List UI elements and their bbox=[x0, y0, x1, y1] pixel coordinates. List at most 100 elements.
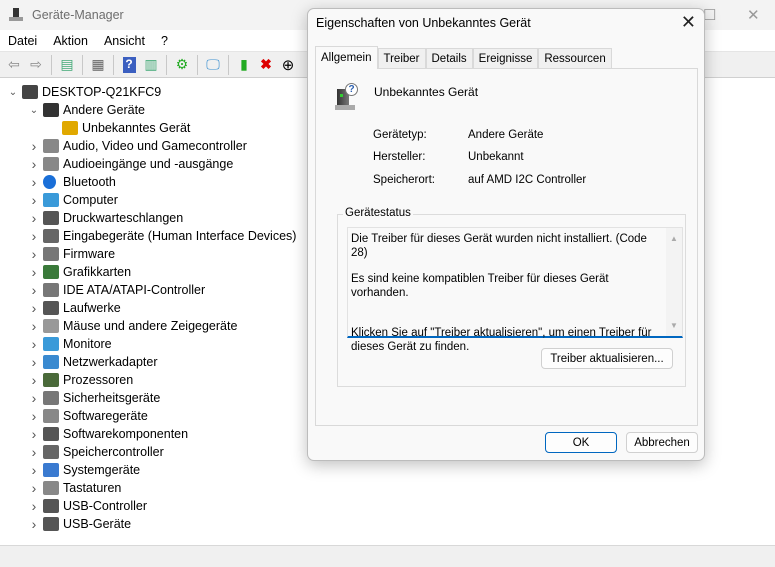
tree-item-label: Softwarekomponenten bbox=[63, 427, 189, 441]
chevron-right-icon[interactable]: › bbox=[29, 264, 39, 280]
ide-icon bbox=[43, 283, 59, 297]
system-icon bbox=[43, 463, 59, 477]
tab-treiber[interactable]: Treiber bbox=[377, 48, 426, 69]
tab-allgemein[interactable]: Allgemein bbox=[315, 46, 378, 69]
monitor-icon bbox=[43, 337, 59, 351]
location-value: auf AMD I2C Controller bbox=[468, 174, 587, 186]
tree-item[interactable]: › USB-Controller bbox=[0, 497, 775, 515]
tree-item-label: Audioeingänge und -ausgänge bbox=[63, 157, 234, 171]
chevron-right-icon[interactable]: › bbox=[29, 516, 39, 532]
chevron-right-icon[interactable]: › bbox=[29, 462, 39, 478]
chevron-down-icon[interactable]: ⌄ bbox=[8, 87, 18, 98]
back-icon[interactable]: ⇦ bbox=[4, 55, 24, 75]
chevron-right-icon[interactable]: › bbox=[29, 426, 39, 442]
chevron-right-icon[interactable]: › bbox=[29, 246, 39, 262]
tree-item-label: Bluetooth bbox=[63, 175, 116, 189]
software-device-icon bbox=[43, 409, 59, 423]
chevron-right-icon[interactable]: › bbox=[29, 390, 39, 406]
puzzle-icon bbox=[43, 427, 59, 441]
maximize-button[interactable]: ☐ bbox=[703, 6, 716, 24]
tree-item-label: Prozessoren bbox=[63, 373, 134, 387]
tree-item-label: Eingabegeräte (Human Interface Devices) bbox=[63, 229, 297, 243]
chevron-right-icon[interactable]: › bbox=[29, 174, 39, 190]
display-adapter-icon bbox=[43, 265, 59, 279]
tree-item-label: Tastaturen bbox=[63, 481, 122, 495]
device-type-value: Andere Geräte bbox=[468, 129, 544, 141]
tree-item-label: Sicherheitsgeräte bbox=[63, 391, 161, 405]
chevron-right-icon[interactable]: › bbox=[29, 156, 39, 172]
enable-device-icon[interactable]: ▮ bbox=[234, 55, 254, 75]
tree-item-label: Monitore bbox=[63, 337, 112, 351]
tab-ressourcen[interactable]: Ressourcen bbox=[538, 48, 612, 69]
cancel-button[interactable]: Abbrechen bbox=[626, 432, 698, 453]
speaker-icon bbox=[43, 139, 59, 153]
properties-icon[interactable]: ▦ bbox=[88, 55, 108, 75]
printer-icon bbox=[43, 211, 59, 225]
chevron-right-icon[interactable]: › bbox=[29, 336, 39, 352]
update-driver-button[interactable]: Treiber aktualisieren... bbox=[541, 348, 673, 369]
chevron-right-icon[interactable]: › bbox=[29, 480, 39, 496]
chevron-right-icon[interactable]: › bbox=[29, 210, 39, 226]
tree-item-label: Netzwerkadapter bbox=[63, 355, 158, 369]
tree-item-label: Softwaregeräte bbox=[63, 409, 148, 423]
chevron-right-icon[interactable]: › bbox=[29, 408, 39, 424]
tab-details[interactable]: Details bbox=[425, 48, 473, 69]
tab-bar: Allgemein Treiber Details Ereignisse Res… bbox=[315, 46, 612, 69]
tree-item-label: Audio, Video und Gamecontroller bbox=[63, 139, 247, 153]
chevron-right-icon[interactable]: › bbox=[29, 282, 39, 298]
chevron-down-icon[interactable]: ⌄ bbox=[29, 105, 39, 116]
menu-aktion[interactable]: Aktion bbox=[45, 34, 96, 48]
tree-item-label: Computer bbox=[63, 193, 118, 207]
action-pane-icon[interactable]: ▥ bbox=[141, 55, 161, 75]
tree-item[interactable]: › Tastaturen bbox=[0, 479, 775, 497]
menu-ansicht[interactable]: Ansicht bbox=[96, 34, 153, 48]
computer-icon bbox=[22, 85, 38, 99]
chevron-right-icon[interactable]: › bbox=[29, 372, 39, 388]
manufacturer-label: Hersteller: bbox=[373, 151, 426, 163]
disable-icon[interactable]: ⊕ bbox=[278, 55, 298, 75]
scrollbar[interactable]: ▲ ▼ bbox=[666, 228, 682, 336]
status-line: Die Treiber für dieses Gerät wurden nich… bbox=[351, 233, 647, 259]
chevron-right-icon[interactable]: › bbox=[29, 318, 39, 334]
close-window-button[interactable]: ✕ bbox=[747, 6, 760, 24]
show-hide-console-tree-icon[interactable]: ▤ bbox=[57, 55, 77, 75]
cpu-icon bbox=[43, 373, 59, 387]
bluetooth-icon bbox=[43, 175, 56, 189]
chevron-right-icon[interactable]: › bbox=[29, 228, 39, 244]
chevron-right-icon[interactable]: › bbox=[29, 498, 39, 514]
chevron-right-icon[interactable]: › bbox=[29, 354, 39, 370]
tab-ereignisse[interactable]: Ereignisse bbox=[472, 48, 539, 69]
device-status-text[interactable]: Die Treiber für dieses Gerät wurden nich… bbox=[347, 227, 683, 353]
tree-item[interactable]: › Systemgeräte bbox=[0, 461, 775, 479]
close-icon[interactable]: ✕ bbox=[681, 12, 696, 33]
device-status-group: Gerätestatus Die Treiber für dieses Gerä… bbox=[337, 207, 686, 387]
disk-icon bbox=[43, 301, 59, 315]
help-icon[interactable]: ? bbox=[119, 55, 139, 75]
manufacturer-value: Unbekannt bbox=[468, 151, 524, 163]
firmware-icon bbox=[43, 247, 59, 261]
uninstall-icon[interactable]: ✖ bbox=[256, 55, 276, 75]
tree-item-label: Systemgeräte bbox=[63, 463, 141, 477]
chevron-right-icon[interactable]: › bbox=[29, 444, 39, 460]
forward-icon[interactable]: ⇨ bbox=[26, 55, 46, 75]
chevron-right-icon[interactable]: › bbox=[29, 138, 39, 154]
tree-item-label: Speichercontroller bbox=[63, 445, 164, 459]
scan-hardware-icon[interactable]: 🖵 bbox=[203, 55, 223, 75]
warning-device-icon bbox=[62, 121, 78, 135]
tree-item-label: Laufwerke bbox=[63, 301, 121, 315]
speaker-icon bbox=[43, 157, 59, 171]
tree-item-label: USB-Controller bbox=[63, 499, 148, 513]
update-driver-icon[interactable]: ⚙ bbox=[172, 55, 192, 75]
tree-item-label: Grafikkarten bbox=[63, 265, 132, 279]
tree-item-label: Mäuse und andere Zeigegeräte bbox=[63, 319, 238, 333]
tree-item[interactable]: › USB-Geräte bbox=[0, 515, 775, 533]
menu-help[interactable]: ? bbox=[153, 34, 176, 48]
chevron-right-icon[interactable]: › bbox=[29, 300, 39, 316]
chevron-right-icon[interactable]: › bbox=[29, 192, 39, 208]
device-type-label: Gerätetyp: bbox=[373, 129, 427, 141]
usb-icon bbox=[43, 517, 59, 531]
dialog-title: Eigenschaften von Unbekanntes Gerät bbox=[316, 16, 531, 30]
menu-datei[interactable]: Datei bbox=[0, 34, 45, 48]
tab-panel-allgemein: ? Unbekanntes Gerät Gerätetyp: Andere Ge… bbox=[315, 68, 698, 426]
ok-button[interactable]: OK bbox=[545, 432, 617, 453]
